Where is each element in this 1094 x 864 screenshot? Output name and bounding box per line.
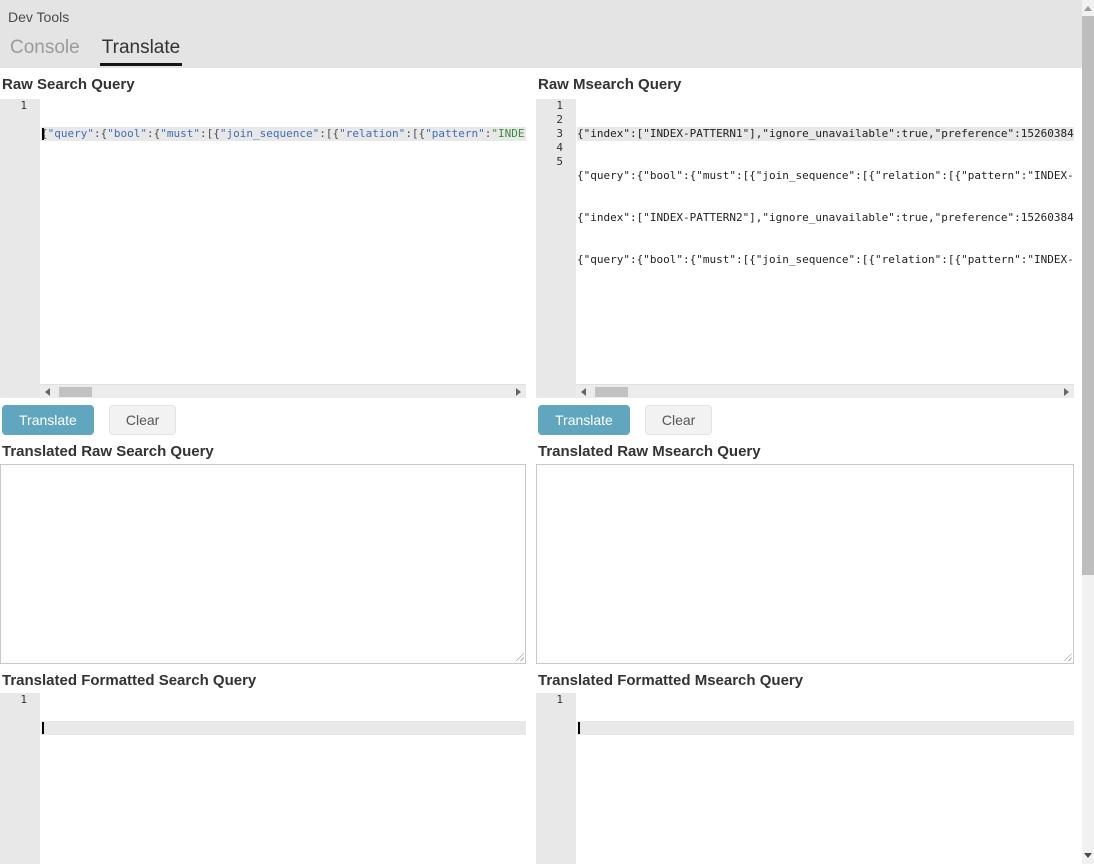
scroll-down-arrow-icon[interactable]	[1084, 853, 1092, 858]
code-line[interactable]: {"query":{"bool":{"must":[{"join_sequenc…	[577, 253, 1074, 267]
scroll-right-arrow-icon[interactable]	[516, 388, 521, 396]
line-number-gutter: 1	[0, 693, 40, 864]
code-token: "bool"	[107, 127, 147, 140]
code-token: :{	[94, 127, 107, 140]
app-title: Dev Tools	[8, 9, 1082, 25]
translated-raw-msearch-heading: Translated Raw Msearch Query	[538, 443, 1074, 460]
line-number: 3	[536, 127, 563, 141]
code-line[interactable]: {"query":{"bool":{"must":[{"join_sequenc…	[41, 127, 526, 141]
raw-msearch-query-heading: Raw Msearch Query	[538, 76, 1074, 93]
text-cursor	[578, 722, 580, 734]
translate-button[interactable]: Translate	[538, 405, 630, 435]
code-token: :[{	[405, 127, 425, 140]
page-scrollbar[interactable]	[1082, 0, 1094, 864]
translated-formatted-search-editor[interactable]: 1	[0, 693, 526, 864]
line-number: 1	[536, 693, 563, 707]
editor-content[interactable]	[576, 693, 1074, 864]
line-number: 5	[536, 155, 563, 169]
code-token: "pattern"	[425, 127, 485, 140]
line-number-gutter: 1	[0, 99, 40, 398]
header: Dev Tools Console Translate	[0, 0, 1082, 68]
line-number: 1	[0, 693, 27, 707]
tab-bar: Console Translate	[8, 37, 1082, 66]
line-number: 1	[0, 99, 27, 113]
translated-formatted-msearch-editor[interactable]: 1	[536, 693, 1074, 864]
text-cursor	[42, 128, 44, 140]
code-line[interactable]: {"index":["INDEX-PATTERN2"],"ignore_unav…	[577, 211, 1074, 225]
code-token: "must"	[160, 127, 200, 140]
main-content: Raw Search Query 1 {"query":{"bool":{"mu…	[0, 68, 1082, 864]
line-number-gutter: 1 2 3 4 5	[536, 99, 576, 398]
raw-search-query-editor[interactable]: 1 {"query":{"bool":{"must":[{"join_seque…	[0, 99, 526, 398]
line-number: 4	[536, 141, 563, 155]
line-number: 1	[536, 99, 563, 113]
translated-formatted-search-heading: Translated Formatted Search Query	[2, 672, 526, 689]
line-number-gutter: 1	[536, 693, 576, 864]
text-cursor	[42, 722, 44, 734]
code-line[interactable]	[577, 721, 1074, 735]
scrollbar-thumb[interactable]	[595, 387, 628, 397]
code-token: "query"	[48, 127, 94, 140]
translate-button[interactable]: Translate	[2, 405, 94, 435]
horizontal-scrollbar[interactable]	[40, 384, 526, 398]
scroll-up-arrow-icon[interactable]	[1084, 6, 1092, 11]
raw-msearch-query-editor[interactable]: 1 2 3 4 5 {"index":["INDEX-PATTERN1"],"i…	[536, 99, 1074, 398]
code-token: :[{	[200, 127, 220, 140]
scroll-left-arrow-icon[interactable]	[45, 388, 50, 396]
code-token: "INDE	[491, 127, 524, 140]
translated-raw-msearch-wrap	[536, 464, 1074, 664]
raw-search-query-heading: Raw Search Query	[2, 76, 526, 93]
code-line[interactable]	[41, 721, 526, 735]
tab-translate[interactable]: Translate	[100, 37, 183, 66]
code-line[interactable]	[577, 295, 1074, 309]
editor-content[interactable]: {"index":["INDEX-PATTERN1"],"ignore_unav…	[576, 99, 1074, 398]
clear-button[interactable]: Clear	[645, 405, 712, 435]
editor-content[interactable]: {"query":{"bool":{"must":[{"join_sequenc…	[40, 99, 526, 398]
search-column: Raw Search Query 1 {"query":{"bool":{"mu…	[0, 68, 526, 864]
translated-raw-msearch-textarea[interactable]	[536, 464, 1074, 664]
code-token: "join_sequence"	[220, 127, 319, 140]
scroll-left-arrow-icon[interactable]	[581, 388, 586, 396]
horizontal-scrollbar[interactable]	[576, 384, 1074, 398]
translated-raw-search-textarea[interactable]	[0, 464, 526, 664]
translated-formatted-msearch-heading: Translated Formatted Msearch Query	[538, 672, 1074, 689]
code-token: "relation"	[339, 127, 405, 140]
dev-tools-page: Dev Tools Console Translate Raw Search Q…	[0, 0, 1082, 864]
translated-raw-search-heading: Translated Raw Search Query	[2, 443, 526, 460]
code-token: :[{	[319, 127, 339, 140]
clear-button[interactable]: Clear	[109, 405, 176, 435]
translated-raw-search-wrap	[0, 464, 526, 664]
scroll-right-arrow-icon[interactable]	[1064, 388, 1069, 396]
editor-content[interactable]	[40, 693, 526, 864]
msearch-button-row: Translate Clear	[536, 405, 1074, 435]
scrollbar-thumb[interactable]	[59, 387, 92, 397]
page-scrollbar-thumb[interactable]	[1082, 16, 1094, 575]
line-number: 2	[536, 113, 563, 127]
code-line[interactable]: {"index":["INDEX-PATTERN1"],"ignore_unav…	[577, 127, 1074, 141]
msearch-column: Raw Msearch Query 1 2 3 4 5 {"index":["I…	[536, 68, 1074, 864]
code-token: :{	[147, 127, 160, 140]
code-line[interactable]: {"query":{"bool":{"must":[{"join_sequenc…	[577, 169, 1074, 183]
tab-console[interactable]: Console	[8, 37, 82, 66]
search-button-row: Translate Clear	[0, 405, 526, 435]
